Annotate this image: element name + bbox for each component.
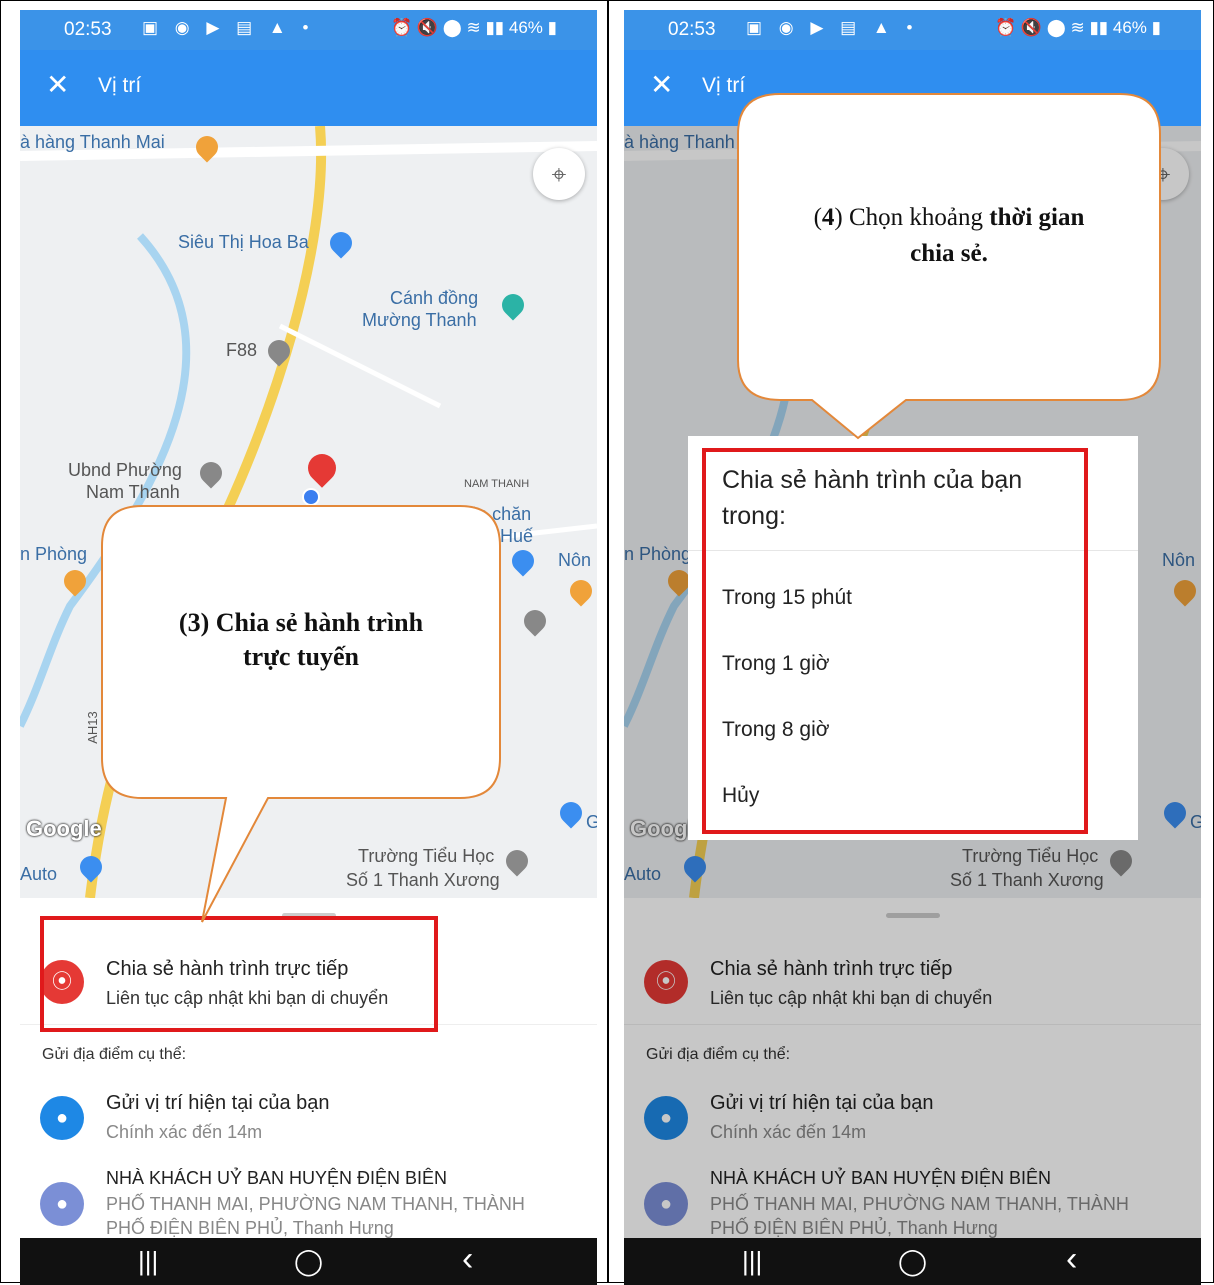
callout-text: (3) Chia sẻ hành trình trực tuyến: [120, 606, 482, 674]
callout-line: (3) Chia sẻ hành trình: [178, 608, 424, 637]
phone-screenshot-right: 02:53 ▣ ◉ ▶ ▤ ▲ • ⏰ 🔇 ⬤ ≋ ▮▮ 46% ▮ ✕ Vị …: [624, 10, 1201, 1285]
callout-emphasis: chia sẻ.: [910, 240, 988, 267]
callout-line: (4) Chọn khoảng thời gian: [758, 200, 1140, 236]
callout-part: (: [813, 204, 822, 231]
callout-line: chia sẻ.: [758, 236, 1140, 272]
callout-text: (4) Chọn khoảng thời gian chia sẻ.: [758, 200, 1140, 272]
callout-line: trực tuyến: [243, 642, 359, 671]
phone-screenshot-left: 02:53 ▣ ◉ ▶ ▤ ▲ • ⏰ 🔇 ⬤ ≋ ▮▮ 46% ▮ ✕ Vị …: [20, 10, 597, 1285]
callout-part: ) Chọn khoảng: [834, 204, 990, 231]
callout-step-number: 4: [821, 204, 835, 231]
callout-emphasis: thời gian: [989, 204, 1085, 231]
